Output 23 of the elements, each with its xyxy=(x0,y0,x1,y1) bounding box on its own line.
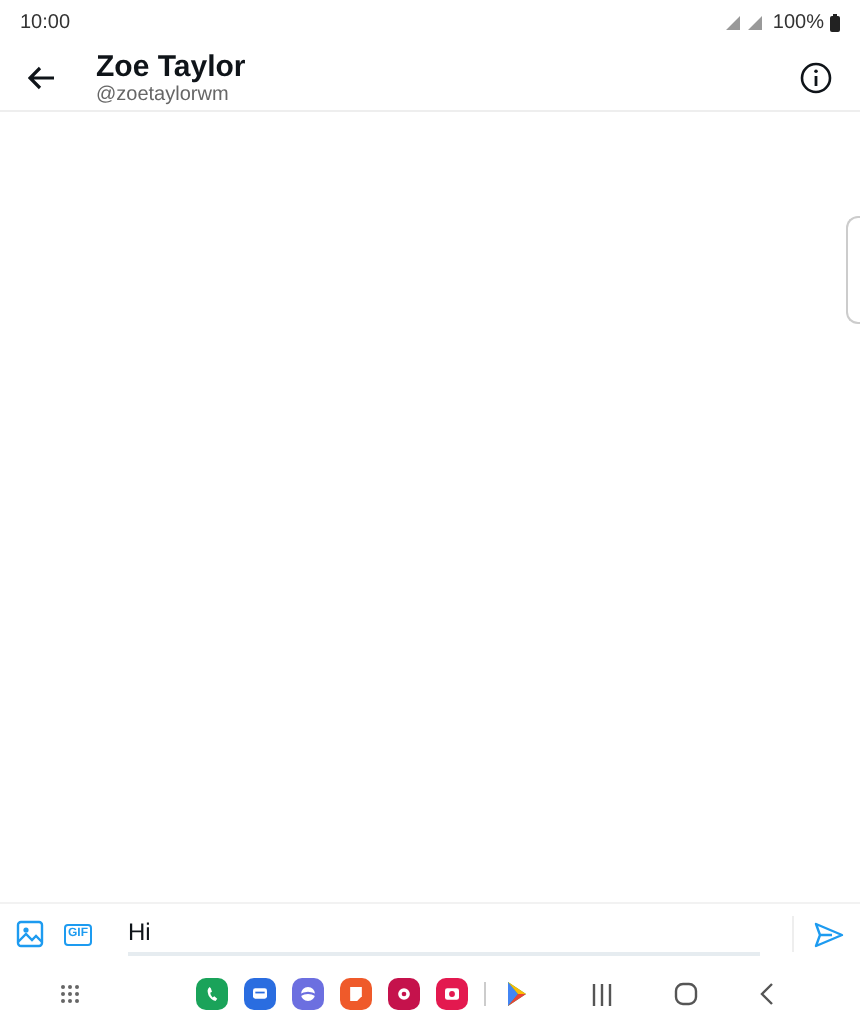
signal-icon xyxy=(726,14,767,30)
contact-handle: @zoetaylorwm xyxy=(96,83,229,105)
app-icon[interactable] xyxy=(292,978,324,1010)
clock-time: 10:00 xyxy=(20,11,71,33)
app-icon[interactable] xyxy=(196,978,228,1010)
send-icon[interactable] xyxy=(814,921,844,947)
battery-level: 100% xyxy=(772,11,824,33)
app-icon[interactable] xyxy=(244,978,276,1010)
image-icon[interactable] xyxy=(16,920,44,948)
back-icon[interactable] xyxy=(28,65,56,89)
app-icon[interactable] xyxy=(388,978,420,1010)
app-icon[interactable] xyxy=(436,978,468,1010)
play-store-icon[interactable] xyxy=(502,980,530,1008)
apps-grid-icon[interactable] xyxy=(60,984,80,1004)
recents-icon[interactable] xyxy=(590,983,614,1005)
back-nav-icon[interactable] xyxy=(758,982,774,1006)
contact-name: Zoe Taylor xyxy=(96,49,248,83)
info-icon[interactable] xyxy=(800,61,832,93)
edge-panel-handle[interactable] xyxy=(846,216,860,324)
battery-icon xyxy=(830,13,840,31)
app-icon[interactable] xyxy=(340,978,372,1010)
message-field[interactable]: Hi xyxy=(128,912,760,956)
home-icon[interactable] xyxy=(674,982,698,1006)
